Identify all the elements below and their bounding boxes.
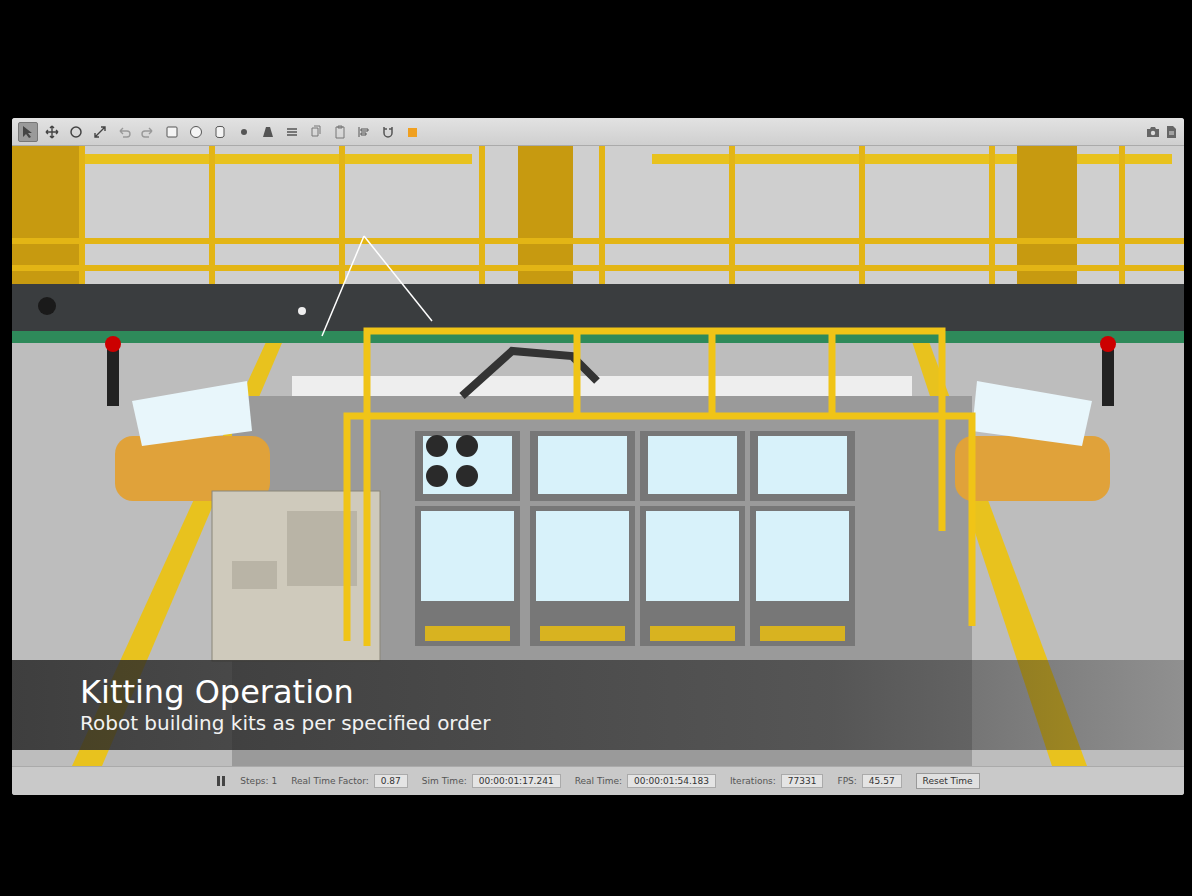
cylinder-icon bbox=[213, 125, 227, 139]
scale-icon bbox=[93, 125, 107, 139]
translate-tool[interactable] bbox=[42, 122, 62, 142]
copy-tool[interactable] bbox=[306, 122, 326, 142]
field-label: Iterations: bbox=[730, 776, 776, 786]
letterbox-top bbox=[0, 0, 1192, 118]
undo-icon bbox=[117, 125, 131, 139]
dirlight-icon bbox=[285, 125, 299, 139]
pointlight-icon bbox=[237, 125, 251, 139]
spotlight-icon bbox=[261, 125, 275, 139]
video-frame: Kitting OperationRobot building kits as … bbox=[0, 0, 1192, 896]
select-tool[interactable] bbox=[18, 122, 38, 142]
floor bbox=[12, 146, 1184, 766]
status-field: FPS: 45.57 bbox=[837, 774, 901, 788]
paste-tool[interactable] bbox=[330, 122, 350, 142]
field-value: 00:00:01:17.241 bbox=[472, 774, 561, 788]
record-icon bbox=[405, 125, 419, 139]
screenshot-icon[interactable] bbox=[1146, 125, 1160, 139]
record-tool[interactable] bbox=[402, 122, 422, 142]
parts-bins[interactable] bbox=[415, 431, 855, 646]
log-icon[interactable] bbox=[1164, 125, 1178, 139]
undo-tool[interactable] bbox=[114, 122, 134, 142]
scale-tool[interactable] bbox=[90, 122, 110, 142]
agv-left[interactable] bbox=[105, 336, 270, 501]
status-field: Real Time: 00:00:01:54.183 bbox=[575, 774, 716, 788]
translate-icon bbox=[45, 125, 59, 139]
caption-subtitle: Robot building kits as per specified ord… bbox=[80, 710, 1184, 736]
kit-tray-rail bbox=[292, 376, 912, 396]
status-bar: Steps: 1 Real Time Factor: 0.87 Sim Time: 00… bbox=[12, 766, 1184, 795]
field-value: 77331 bbox=[781, 774, 824, 788]
spotlight-tool[interactable] bbox=[258, 122, 278, 142]
align-tool[interactable] bbox=[354, 122, 374, 142]
steps-label[interactable]: Steps: 1 bbox=[240, 776, 277, 786]
redo-icon bbox=[141, 125, 155, 139]
camera-frustum bbox=[322, 236, 364, 336]
pointlight-tool[interactable] bbox=[234, 122, 254, 142]
back-railing bbox=[12, 146, 1184, 286]
status-field: Iterations: 77331 bbox=[730, 774, 824, 788]
redo-tool[interactable] bbox=[138, 122, 158, 142]
paste-icon bbox=[333, 125, 347, 139]
caption-overlay: Kitting OperationRobot building kits as … bbox=[12, 660, 1184, 750]
pause-button[interactable] bbox=[216, 775, 226, 787]
status-field: Sim Time: 00:00:01:17.241 bbox=[422, 774, 561, 788]
field-value: 00:00:01:54.183 bbox=[627, 774, 716, 788]
align-icon bbox=[357, 125, 371, 139]
snap-tool[interactable] bbox=[378, 122, 398, 142]
sphere-icon bbox=[189, 125, 203, 139]
control-cabinet[interactable] bbox=[212, 491, 380, 661]
rotate-tool[interactable] bbox=[66, 122, 86, 142]
field-label: Real Time: bbox=[575, 776, 622, 786]
box-tool[interactable] bbox=[162, 122, 182, 142]
snap-icon bbox=[381, 125, 395, 139]
status-field: Real Time Factor: 0.87 bbox=[291, 774, 408, 788]
gazebo-window: Kitting OperationRobot building kits as … bbox=[12, 118, 1184, 795]
field-label: Sim Time: bbox=[422, 776, 467, 786]
pause-icon bbox=[216, 775, 226, 787]
letterbox-bottom bbox=[0, 795, 1192, 896]
box-icon bbox=[165, 125, 179, 139]
reset-time-button[interactable]: Reset Time bbox=[916, 773, 980, 789]
sphere-tool[interactable] bbox=[186, 122, 206, 142]
cylinder-tool[interactable] bbox=[210, 122, 230, 142]
copy-icon bbox=[309, 125, 323, 139]
field-label: Real Time Factor: bbox=[291, 776, 369, 786]
agv-right[interactable] bbox=[955, 336, 1116, 501]
dirlight-tool[interactable] bbox=[282, 122, 302, 142]
front-railing bbox=[347, 331, 972, 646]
field-value: 45.57 bbox=[862, 774, 902, 788]
caption-title: Kitting Operation bbox=[80, 674, 1184, 711]
simulation-scene[interactable]: Kitting OperationRobot building kits as … bbox=[12, 146, 1184, 766]
field-label: FPS: bbox=[837, 776, 856, 786]
rotate-icon bbox=[69, 125, 83, 139]
field-value: 0.87 bbox=[374, 774, 408, 788]
toolbar bbox=[12, 118, 1184, 146]
select-icon bbox=[21, 125, 35, 139]
